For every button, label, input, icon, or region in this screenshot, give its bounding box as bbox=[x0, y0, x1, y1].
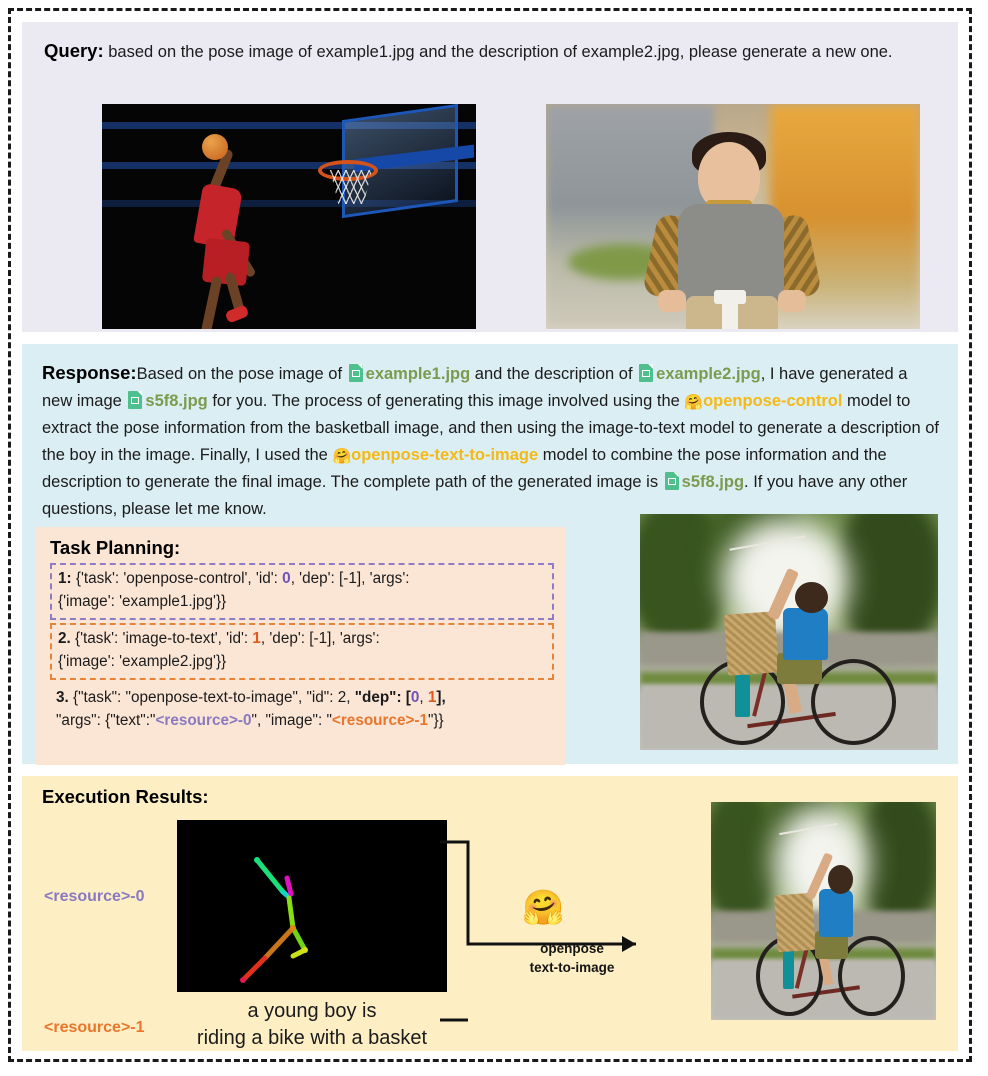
caption-line-1: a young boy is bbox=[247, 1000, 377, 1022]
query-text: Query: based on the pose image of exampl… bbox=[44, 36, 936, 66]
response-seg-2: and the description of bbox=[470, 365, 638, 383]
task-planning-panel: Task Planning: 1: {'task': 'openpose-con… bbox=[36, 527, 566, 765]
response-label: Response: bbox=[42, 362, 137, 383]
task-2-prefix: {'task': 'image-to-text', 'id': bbox=[70, 629, 253, 647]
openpose-skeleton-image bbox=[177, 820, 447, 992]
task-3-dep-close: ], bbox=[436, 688, 446, 706]
query-body: based on the pose image of example1.jpg … bbox=[103, 43, 893, 61]
task-3-args-suffix: "}} bbox=[428, 711, 444, 729]
file-icon bbox=[664, 472, 679, 491]
filename-s5f8-first: s5f8.jpg bbox=[145, 391, 208, 410]
arrow-label-line-1: openpose bbox=[540, 941, 604, 956]
task-1-prefix: {'task': 'openpose-control', 'id': bbox=[71, 570, 283, 587]
task-3-dep-open: : [ bbox=[396, 688, 411, 706]
file-icon bbox=[348, 364, 363, 382]
task-1-id: 0 bbox=[282, 570, 291, 587]
task-2-args: {'image': 'example2.jpg'}} bbox=[58, 652, 227, 670]
arrow-label: openpose text-to-image bbox=[492, 940, 652, 978]
caption-text: a young boy is riding a bike with a bask… bbox=[162, 998, 462, 1052]
task-item-1: 1: {'task': 'openpose-control', 'id': 0,… bbox=[50, 563, 554, 620]
task-planning-title: Task Planning: bbox=[50, 537, 181, 558]
task-3-number: 3. bbox=[56, 688, 69, 706]
task-1-suffix: , 'dep': [-1], 'args': bbox=[290, 570, 410, 587]
flow-connector-arrow bbox=[440, 840, 636, 1022]
file-icon bbox=[128, 390, 143, 409]
final-generated-image bbox=[711, 802, 936, 1020]
response-seg-1: Based on the pose image of bbox=[136, 365, 347, 383]
hugging-face-icon: 🤗 bbox=[684, 393, 704, 411]
task-3-prefix: {"task": "openpose-text-to-image", "id":… bbox=[68, 688, 355, 706]
task-2-number: 2. bbox=[58, 629, 71, 647]
task-3-args-prefix: "args": {"text":" bbox=[56, 711, 156, 729]
execution-results-panel: Execution Results: <resource>-0 <resourc… bbox=[22, 776, 958, 1051]
task-item-2: 2. {'task': 'image-to-text', 'id': 1, 'd… bbox=[50, 622, 554, 680]
response-seg-4: for you. The process of generating this … bbox=[207, 391, 685, 410]
hugging-face-icon: 🤗 bbox=[332, 447, 352, 465]
task-3-dep-key: "dep" bbox=[354, 688, 397, 706]
filename-s5f8-second: s5f8.jpg bbox=[681, 473, 745, 492]
response-text: Response:Based on the pose image of exam… bbox=[42, 358, 940, 523]
model-openpose-control: openpose-control bbox=[703, 391, 843, 410]
task-3-dep-comma: , bbox=[419, 688, 428, 706]
boy-on-scooter-image bbox=[546, 104, 920, 329]
query-label: Query: bbox=[44, 40, 104, 61]
resource-0-label: <resource>-0 bbox=[44, 888, 145, 905]
query-panel: Query: based on the pose image of exampl… bbox=[22, 22, 958, 332]
task-2-id: 1 bbox=[252, 629, 261, 647]
task-3-args-mid: ", "image": " bbox=[251, 711, 332, 729]
basketball-dunk-image bbox=[102, 104, 476, 329]
filename-example1: example1.jpg bbox=[365, 365, 471, 383]
task-1-number: 1: bbox=[58, 570, 72, 587]
task-3-resource-1: <resource>-1 bbox=[331, 711, 429, 729]
task-1-args: {'image': 'example1.jpg'}} bbox=[58, 592, 227, 610]
query-images bbox=[44, 104, 944, 329]
caption-line-2: riding a bike with a basket bbox=[196, 1027, 428, 1049]
generated-bike-image bbox=[640, 514, 938, 750]
resource-1-label: <resource>-1 bbox=[44, 1019, 145, 1036]
task-item-3: 3. {"task": "openpose-text-to-image", "i… bbox=[50, 685, 554, 733]
file-icon bbox=[639, 364, 654, 382]
arrow-label-line-2: text-to-image bbox=[529, 959, 615, 975]
model-openpose-text-to-image: openpose-text-to-image bbox=[351, 445, 539, 464]
filename-example2: example2.jpg bbox=[656, 365, 761, 383]
task-3-resource-0: <resource>-0 bbox=[155, 711, 252, 729]
hugging-face-icon: 🤗 bbox=[522, 889, 565, 927]
task-2-suffix: , 'dep': [-1], 'args': bbox=[260, 629, 380, 647]
